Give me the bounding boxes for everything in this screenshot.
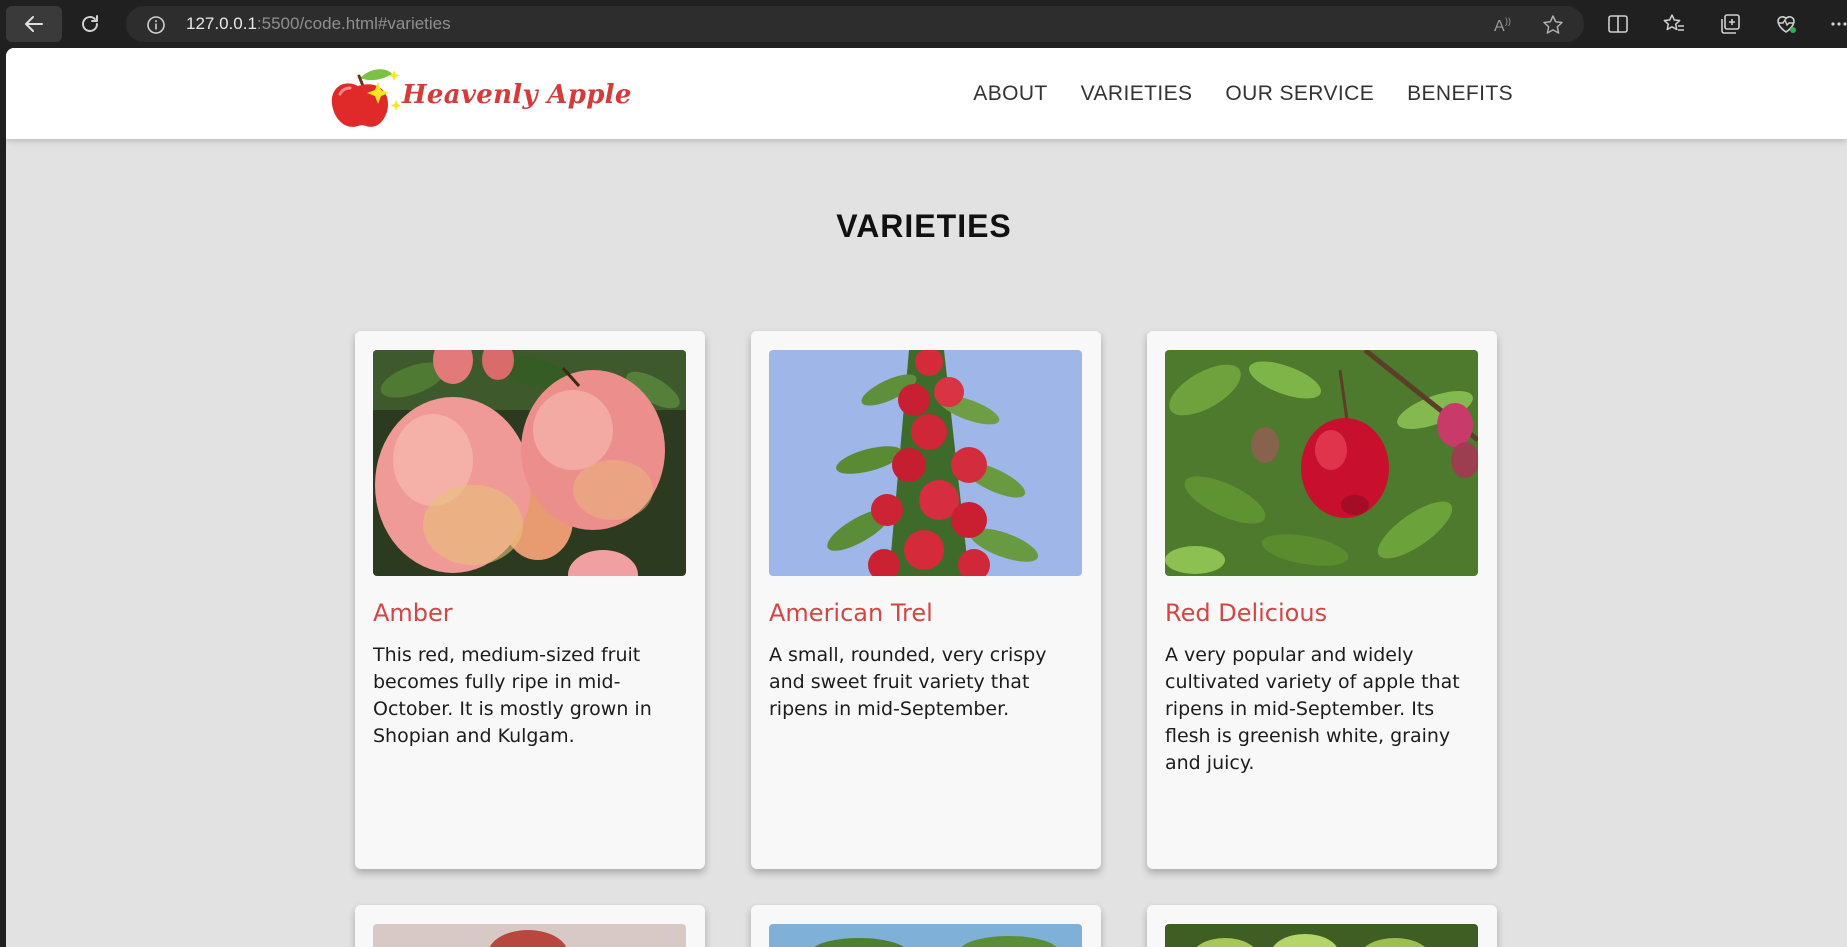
reload-button[interactable] [62,6,118,42]
split-screen-icon[interactable] [1606,12,1630,36]
nav-about[interactable]: ABOUT [973,82,1047,106]
svg-text:)): )) [1505,16,1511,26]
variety-card [355,905,705,947]
site-navbar: Heavenly Apple ABOUT VARIETIES OUR SERVI… [6,48,1847,139]
variety-card: Red Delicious A very popular and widely … [1147,331,1497,869]
variety-card [1147,905,1497,947]
address-bar[interactable]: 127.0.0.1:5500/code.html#varieties A)) [126,6,1584,42]
card-title: Red Delicious [1165,599,1328,627]
nav-varieties[interactable]: VARIETIES [1081,82,1193,106]
card-description: This red, medium-sized fruit becomes ful… [373,644,652,747]
svg-text:A: A [1494,18,1505,35]
apple-image [769,924,1082,947]
info-icon[interactable] [146,15,166,35]
reload-icon [82,15,98,32]
apple-logo-icon [331,69,402,127]
arrow-left-icon [25,16,43,32]
browser-toolbar: 127.0.0.1:5500/code.html#varieties A)) [0,0,1847,48]
collections-icon[interactable] [1718,12,1742,36]
main-nav: ABOUT VARIETIES OUR SERVICE BENEFITS [973,48,1513,139]
apple-image [1165,924,1478,947]
web-page: Heavenly Apple ABOUT VARIETIES OUR SERVI… [6,48,1847,947]
nav-our-service[interactable]: OUR SERVICE [1225,82,1374,106]
site-logo[interactable]: Heavenly Apple [330,60,631,130]
url-host: 127.0.0.1 [186,14,257,33]
american-trel-apple-image [769,350,1082,576]
amber-apple-image [373,350,686,576]
back-button[interactable] [6,6,62,42]
variety-card: Amber This red, medium-sized fruit becom… [355,331,705,869]
card-description: A very popular and widely cultivated var… [1165,644,1460,774]
favorites-icon[interactable] [1662,12,1686,36]
card-title: Amber [373,599,453,627]
card-description: A small, rounded, very crispy and sweet … [769,644,1047,720]
section-title: VARIETIES [836,208,1012,244]
url-text[interactable]: 127.0.0.1:5500/code.html#varieties [186,6,451,42]
favorite-star-icon[interactable] [1542,14,1564,36]
more-options-icon[interactable] [1830,12,1847,36]
logo-text: Heavenly Apple [402,80,632,110]
nav-benefits[interactable]: BENEFITS [1407,82,1513,106]
read-aloud-icon[interactable]: A)) [1492,14,1514,36]
health-heart-icon[interactable] [1774,12,1798,36]
variety-card: American Trel A small, rounded, very cri… [751,331,1101,869]
url-path: :5500/code.html#varieties [256,14,451,33]
apple-image [373,924,686,947]
variety-card [751,905,1101,947]
red-delicious-apple-image [1165,350,1478,576]
card-title: American Trel [769,599,933,627]
